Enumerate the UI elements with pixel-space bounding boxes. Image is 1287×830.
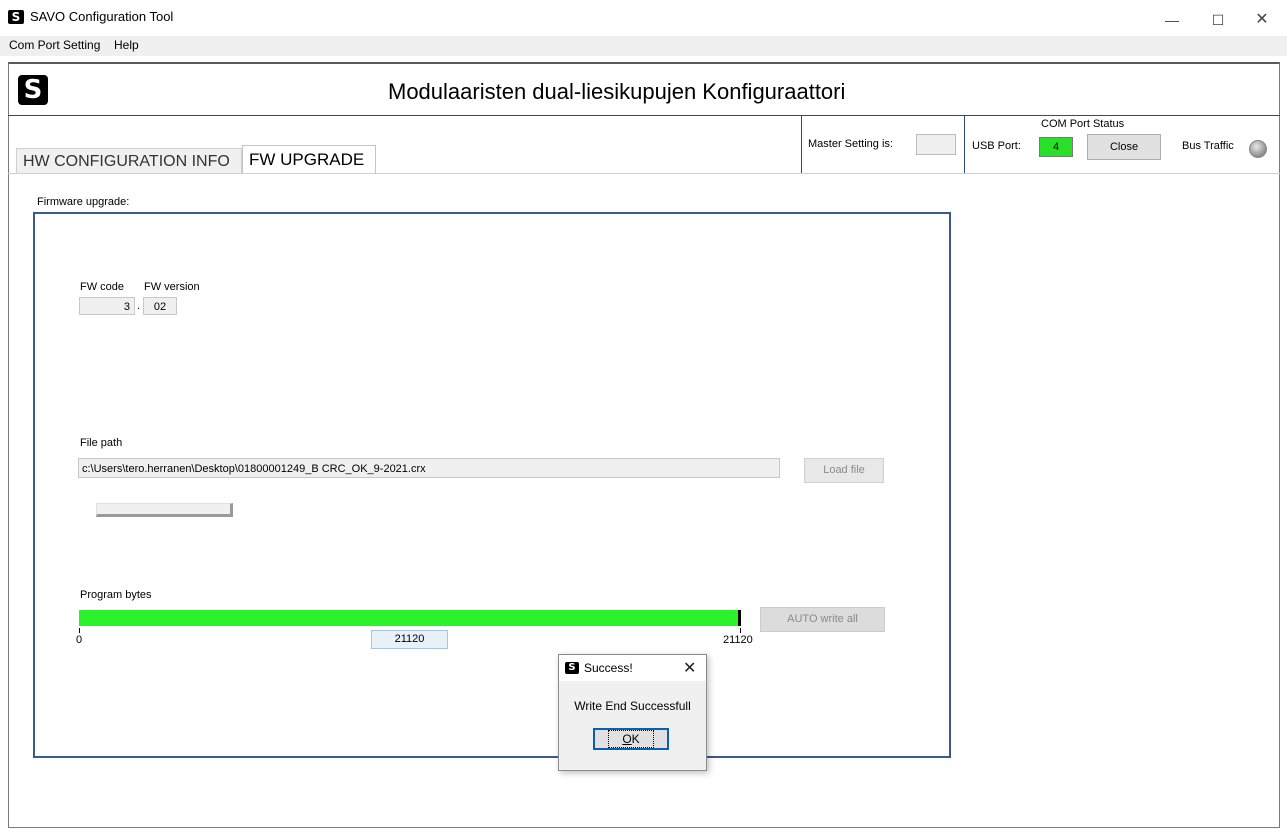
success-dialog: S Success! ✕ Write End Successfull OK xyxy=(558,654,707,771)
fw-version-field: 02 xyxy=(143,297,177,315)
progress-max-label: 21120 xyxy=(723,634,753,646)
fw-code-field: 3 xyxy=(79,297,135,315)
program-bytes-label: Program bytes xyxy=(80,589,152,601)
menu-com-port-setting[interactable]: Com Port Setting xyxy=(9,38,100,52)
close-port-button[interactable]: Close xyxy=(1087,134,1161,160)
fw-version-label: FW version xyxy=(144,281,200,293)
bus-traffic-led-icon xyxy=(1249,140,1267,158)
firmware-upgrade-panel xyxy=(33,212,951,758)
status-divider xyxy=(801,115,802,173)
master-setting-field xyxy=(916,134,956,155)
fw-separator: . xyxy=(137,300,141,312)
dialog-close-button[interactable]: ✕ xyxy=(683,658,696,678)
usb-port-label: USB Port: xyxy=(972,140,1021,152)
header-divider xyxy=(8,115,1280,116)
file-path-input[interactable]: c:\Users\tero.herranen\Desktop\018000012… xyxy=(78,458,780,478)
tab-fw-upgrade[interactable]: FW UPGRADE xyxy=(242,145,376,174)
master-setting-label: Master Setting is: xyxy=(808,138,893,150)
program-bytes-progress-bar xyxy=(79,610,740,626)
file-path-label: File path xyxy=(80,437,123,449)
page-title: Modulaaristen dual-liesikupujen Konfigur… xyxy=(388,79,846,104)
maximize-button[interactable]: ☐ xyxy=(1198,6,1238,34)
fw-code-label: FW code xyxy=(80,281,125,293)
usb-port-indicator: 4 xyxy=(1039,137,1073,157)
menu-bar: Com Port Setting Help xyxy=(0,36,1287,56)
ok-button[interactable]: OK xyxy=(593,728,669,750)
dialog-message: Write End Successfull xyxy=(574,699,691,713)
com-port-status-title: COM Port Status xyxy=(1041,118,1125,130)
load-file-button[interactable]: Load file xyxy=(804,458,884,483)
status-divider xyxy=(964,115,965,173)
firmware-upgrade-label: Firmware upgrade: xyxy=(37,196,130,208)
progress-marker xyxy=(738,610,741,626)
menu-help[interactable]: Help xyxy=(114,38,139,52)
dialog-logo-icon: S xyxy=(565,662,579,674)
dialog-title: Success! xyxy=(584,661,633,675)
bus-traffic-label: Bus Traffic xyxy=(1182,140,1234,152)
unlabeled-button[interactable] xyxy=(96,503,233,517)
savo-logo-icon: S xyxy=(18,75,48,105)
minimize-button[interactable]: — xyxy=(1152,6,1192,34)
app-logo-icon: S xyxy=(8,10,24,24)
progress-fill xyxy=(79,610,740,626)
title-bar xyxy=(0,0,1287,36)
progress-tick xyxy=(79,628,80,633)
progress-value-field: 21120 xyxy=(371,630,448,649)
progress-min-label: 0 xyxy=(76,634,83,646)
tab-divider xyxy=(8,173,1280,174)
close-window-button[interactable]: ✕ xyxy=(1242,6,1282,34)
tab-hw-configuration-info[interactable]: HW CONFIGURATION INFO xyxy=(16,148,242,174)
window-title: SAVO Configuration Tool xyxy=(30,9,174,24)
auto-write-all-button[interactable]: AUTO write all xyxy=(760,607,885,632)
ok-button-label: OK xyxy=(608,730,654,748)
progress-tick xyxy=(740,628,741,633)
